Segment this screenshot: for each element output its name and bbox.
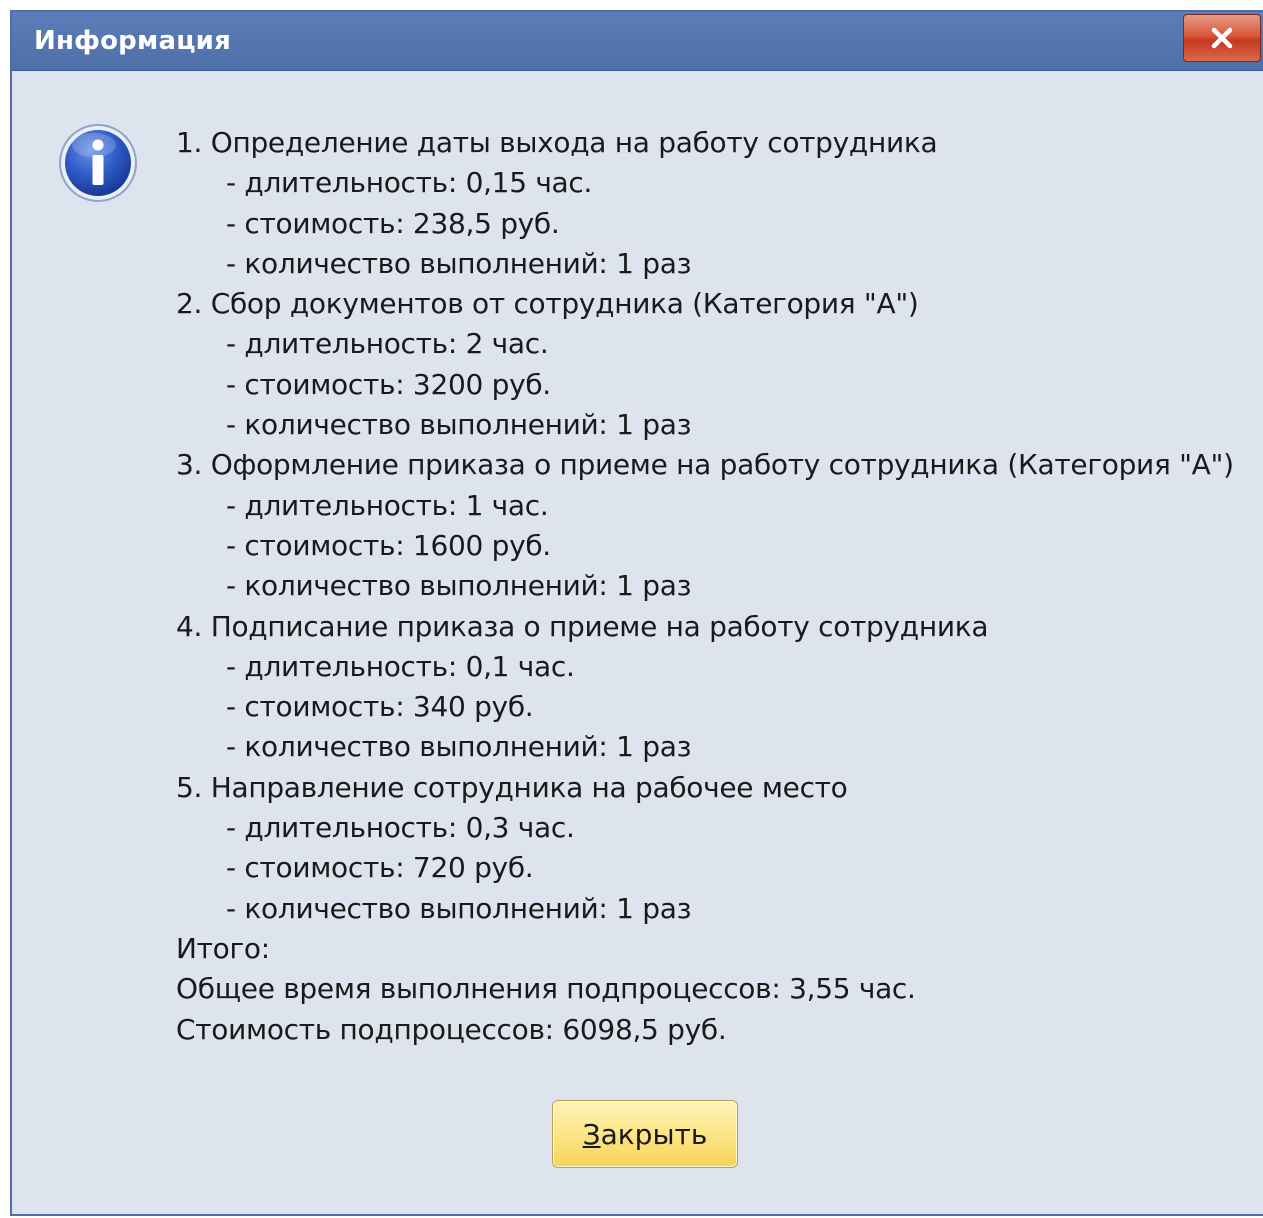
title-bar[interactable]: Информация — [12, 12, 1263, 71]
button-label: акрыть — [600, 1117, 708, 1151]
detail-line: - количество выполнений: 1 раз — [226, 569, 692, 603]
close-dialog-button[interactable]: Закрыть — [552, 1100, 738, 1168]
info-icon — [59, 124, 137, 202]
dialog-window: Информация 1. Определение даты выхода на… — [10, 10, 1263, 1216]
item-line: 3. Оформление приказа о приеме на работу… — [176, 448, 1234, 482]
window-close-button[interactable] — [1183, 14, 1261, 62]
window-title: Информация — [34, 26, 231, 56]
detail-line: - длительность: 0,3 час. — [226, 811, 575, 845]
detail-line: - длительность: 1 час. — [226, 488, 549, 522]
info-text: 1. Определение даты выхода на работу сот… — [176, 123, 1234, 1050]
detail-line: - количество выполнений: 1 раз — [226, 408, 692, 442]
detail-line: - стоимость: 340 руб. — [226, 690, 534, 724]
detail-line: - длительность: 0,1 час. — [226, 649, 575, 683]
dialog-content: 1. Определение даты выхода на работу сот… — [12, 71, 1263, 1214]
item-line: Итого: — [176, 931, 270, 965]
item-line: 1. Определение даты выхода на работу сот… — [176, 126, 938, 159]
detail-line: - количество выполнений: 1 раз — [226, 246, 692, 280]
detail-line: - количество выполнений: 1 раз — [226, 730, 692, 764]
detail-line: - длительность: 2 час. — [226, 327, 549, 361]
item-line: Стоимость подпроцессов: 6098,5 руб. — [176, 1012, 727, 1046]
detail-line: - количество выполнений: 1 раз — [226, 891, 692, 925]
item-line: 5. Направление сотрудника на рабочее мес… — [176, 770, 848, 804]
close-icon — [1211, 27, 1233, 49]
item-line: Общее время выполнения подпроцессов: 3,5… — [176, 972, 916, 1006]
detail-line: - стоимость: 1600 руб. — [226, 528, 551, 562]
button-mnemonic: З — [582, 1117, 601, 1151]
item-line: 4. Подписание приказа о приеме на работу… — [176, 609, 989, 643]
detail-line: - стоимость: 3200 руб. — [226, 367, 551, 401]
item-line: 2. Сбор документов от сотрудника (Катего… — [176, 287, 919, 321]
detail-line: - стоимость: 720 руб. — [226, 851, 534, 885]
detail-line: - стоимость: 238,5 руб. — [226, 206, 560, 240]
detail-line: - длительность: 0,15 час. — [226, 166, 593, 200]
